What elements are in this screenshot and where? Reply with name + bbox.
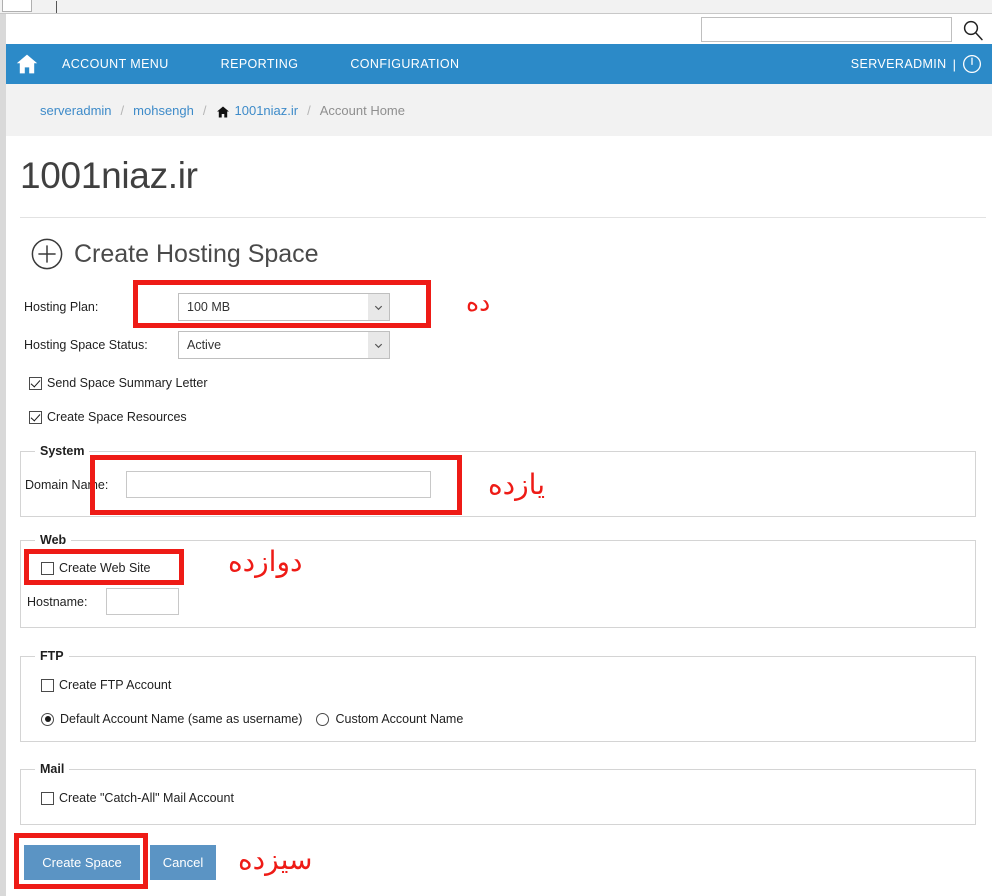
- create-space-resources-label: Create Space Resources: [47, 410, 187, 424]
- hosting-space-status-label: Hosting Space Status:: [24, 338, 148, 352]
- browser-chrome-strip: [0, 0, 992, 14]
- title-divider: [20, 217, 986, 218]
- address-bar-caret: [56, 1, 57, 13]
- system-legend: System: [35, 444, 90, 458]
- web-fieldset: Web Create Web Site Hostname:: [20, 533, 976, 628]
- hosting-plan-row: Hosting Plan: 100 MB: [24, 293, 390, 321]
- breadcrumb-item-mohsengh[interactable]: mohsengh: [133, 103, 194, 118]
- create-web-site-label: Create Web Site: [59, 561, 151, 575]
- breadcrumb-item-serveradmin[interactable]: serveradmin: [40, 103, 112, 118]
- create-space-resources-checkbox[interactable]: [29, 410, 42, 424]
- main-navbar: ACCOUNT MENU REPORTING CONFIGURATION SER…: [6, 44, 992, 84]
- hosting-space-status-value: Active: [187, 338, 222, 352]
- breadcrumb: serveradmin / mohsengh / 1001niaz.ir / A…: [6, 84, 992, 136]
- plus-circle-icon: [31, 238, 63, 270]
- browser-tab-stub[interactable]: [2, 0, 32, 12]
- cancel-button[interactable]: Cancel: [150, 845, 216, 880]
- nav-link-reporting[interactable]: REPORTING: [221, 57, 299, 71]
- hosting-plan-label: Hosting Plan:: [24, 300, 99, 314]
- left-gutter-strip: [0, 14, 6, 896]
- search-icon[interactable]: [962, 19, 984, 41]
- web-legend: Web: [35, 533, 72, 547]
- hosting-space-status-select[interactable]: Active: [178, 331, 390, 359]
- ftp-default-account-name-radio[interactable]: [41, 712, 54, 726]
- domain-name-row: Domain Name:: [25, 471, 431, 498]
- hostname-label: Hostname:: [27, 594, 88, 609]
- create-web-site-checkbox-row[interactable]: Create Web Site: [41, 561, 150, 575]
- page-title: 1001niaz.ir: [20, 155, 198, 196]
- home-icon: [216, 105, 230, 119]
- ftp-custom-account-name-radio[interactable]: [316, 712, 330, 726]
- catch-all-mail-account-checkbox-row[interactable]: Create "Catch-All" Mail Account: [41, 791, 234, 805]
- send-space-summary-letter-checkbox[interactable]: [29, 376, 42, 390]
- send-space-summary-letter-checkbox-row[interactable]: Send Space Summary Letter: [29, 376, 208, 390]
- create-ftp-account-label: Create FTP Account: [59, 678, 172, 692]
- breadcrumb-item-1001niaz[interactable]: 1001niaz.ir: [216, 103, 299, 119]
- section-heading-text: Create Hosting Space: [74, 239, 319, 268]
- create-space-button[interactable]: Create Space: [24, 845, 140, 880]
- domain-name-input[interactable]: [126, 471, 431, 498]
- mail-legend: Mail: [35, 762, 70, 776]
- nav-links: ACCOUNT MENU REPORTING CONFIGURATION: [62, 44, 511, 84]
- breadcrumb-link-1001niaz[interactable]: 1001niaz.ir: [235, 103, 299, 118]
- nav-separator: |: [952, 56, 956, 72]
- catch-all-mail-account-checkbox[interactable]: [41, 791, 54, 805]
- create-ftp-account-checkbox-row[interactable]: Create FTP Account: [41, 678, 171, 692]
- chevron-down-icon[interactable]: [368, 332, 389, 358]
- hosting-plan-value: 100 MB: [187, 300, 231, 314]
- breadcrumb-separator: /: [202, 102, 207, 118]
- search-input[interactable]: [701, 17, 952, 42]
- top-search-bar: [6, 15, 992, 44]
- nav-link-configuration[interactable]: CONFIGURATION: [350, 57, 459, 71]
- home-icon[interactable]: [14, 52, 40, 76]
- create-ftp-account-checkbox[interactable]: [41, 678, 54, 692]
- ftp-legend: FTP: [35, 649, 69, 663]
- ftp-account-name-radio-group: Default Account Name (same as username) …: [41, 712, 463, 726]
- power-icon[interactable]: [962, 54, 982, 74]
- annotation-label-ten: ده: [466, 288, 491, 317]
- domain-name-label: Domain Name:: [25, 477, 109, 492]
- breadcrumb-separator: /: [120, 102, 125, 118]
- annotation-label-thirteen: سیزده: [238, 843, 313, 876]
- hosting-plan-select[interactable]: 100 MB: [178, 293, 390, 321]
- section-heading: Create Hosting Space: [31, 238, 319, 270]
- hostname-row: Hostname:: [27, 588, 179, 615]
- chevron-down-icon[interactable]: [368, 294, 389, 320]
- breadcrumb-item-account-home: Account Home: [319, 102, 405, 118]
- nav-link-account-menu[interactable]: ACCOUNT MENU: [62, 57, 169, 71]
- create-web-site-checkbox[interactable]: [41, 561, 54, 575]
- system-fieldset: System Domain Name:: [20, 444, 976, 517]
- breadcrumb-separator: /: [307, 102, 311, 118]
- ftp-custom-account-name-label: Custom Account Name: [335, 712, 464, 726]
- create-space-resources-checkbox-row[interactable]: Create Space Resources: [29, 410, 187, 424]
- nav-right-group: SERVERADMIN |: [851, 44, 982, 84]
- ftp-default-account-name-label: Default Account Name (same as username): [60, 712, 303, 726]
- current-user-label[interactable]: SERVERADMIN: [851, 57, 947, 71]
- ftp-fieldset: FTP Create FTP Account Default Account N…: [20, 649, 976, 742]
- hostname-input[interactable]: [106, 588, 179, 615]
- catch-all-mail-account-label: Create "Catch-All" Mail Account: [59, 791, 234, 805]
- hosting-space-status-row: Hosting Space Status: Active: [24, 331, 390, 359]
- mail-fieldset: Mail Create "Catch-All" Mail Account: [20, 762, 976, 825]
- page-root: ACCOUNT MENU REPORTING CONFIGURATION SER…: [0, 0, 992, 896]
- send-space-summary-letter-label: Send Space Summary Letter: [47, 376, 208, 390]
